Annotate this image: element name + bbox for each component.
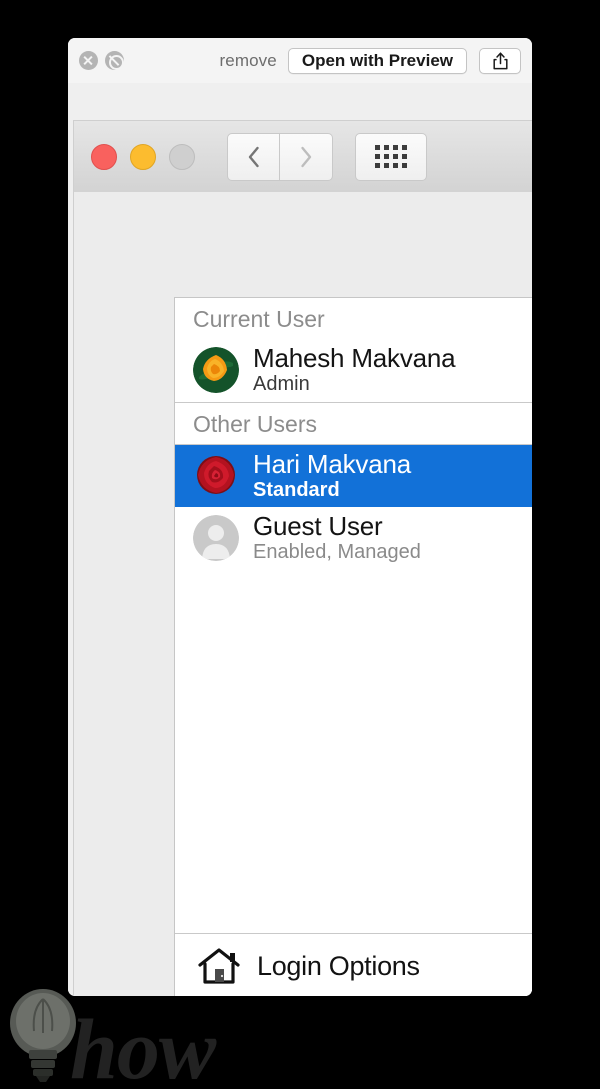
quick-look-toolbar: remove Open with Preview [68,38,532,83]
person-silhouette-avatar [193,514,239,561]
user-status: Enabled, Managed [253,541,421,564]
watermark-text: how [70,1001,216,1089]
list-item[interactable]: Guest User Enabled, Managed [175,507,532,570]
section-header-current-user: Current User [175,298,532,339]
avatar-image [193,452,239,499]
list-item[interactable]: Hari Makvana Standard [175,444,532,507]
remove-label: remove [219,50,277,70]
home-icon [198,948,240,984]
avatar-image [193,514,239,561]
navigation-button-group [227,132,333,181]
back-button[interactable] [227,132,280,181]
watermark: how [2,987,216,1089]
mac-window-body: Current User Mahesh Makvana Admin Other … [73,192,532,996]
close-badge-icon[interactable] [79,51,98,70]
badge-group [79,51,124,70]
minimize-window-button[interactable] [130,143,156,170]
login-options-label: Login Options [257,950,420,981]
grid-dots-icon [375,145,407,168]
open-with-preview-button[interactable]: Open with Preview [287,47,467,74]
window-controls [91,143,195,170]
show-all-button[interactable] [355,132,427,181]
mac-window-titlebar [73,120,532,192]
user-name: Hari Makvana [253,448,411,479]
user-status: Standard [253,478,340,501]
close-window-button[interactable] [91,143,117,170]
chevron-right-icon [301,146,312,167]
avatar-image [193,346,239,393]
share-icon [492,51,508,69]
login-options-row[interactable]: Login Options [175,934,532,996]
user-name: Guest User [253,511,383,541]
forward-button[interactable] [280,132,333,181]
share-button[interactable] [479,47,521,74]
zoom-window-button[interactable] [169,143,195,170]
user-name: Mahesh Makvana [253,343,456,373]
open-with-preview-label: Open with Preview [301,50,453,70]
poppy-flower-avatar [193,346,239,393]
user-text-group: Mahesh Makvana Admin [253,343,456,396]
block-badge-icon[interactable] [105,51,124,70]
red-rose-avatar [193,452,239,499]
section-header-other-users: Other Users [175,402,532,444]
screenshot-content: Current User Mahesh Makvana Admin Other … [68,83,532,996]
chevron-left-icon [248,146,259,167]
user-text-group: Hari Makvana Standard [253,448,411,502]
user-text-group: Guest User Enabled, Managed [253,511,421,564]
list-empty-area [175,569,532,933]
user-status: Admin [253,373,310,396]
list-item[interactable]: Mahesh Makvana Admin [175,339,532,402]
quick-look-window: remove Open with Preview Current User Ma… [68,38,532,996]
users-list-pane: Current User Mahesh Makvana Admin Other … [174,297,532,996]
